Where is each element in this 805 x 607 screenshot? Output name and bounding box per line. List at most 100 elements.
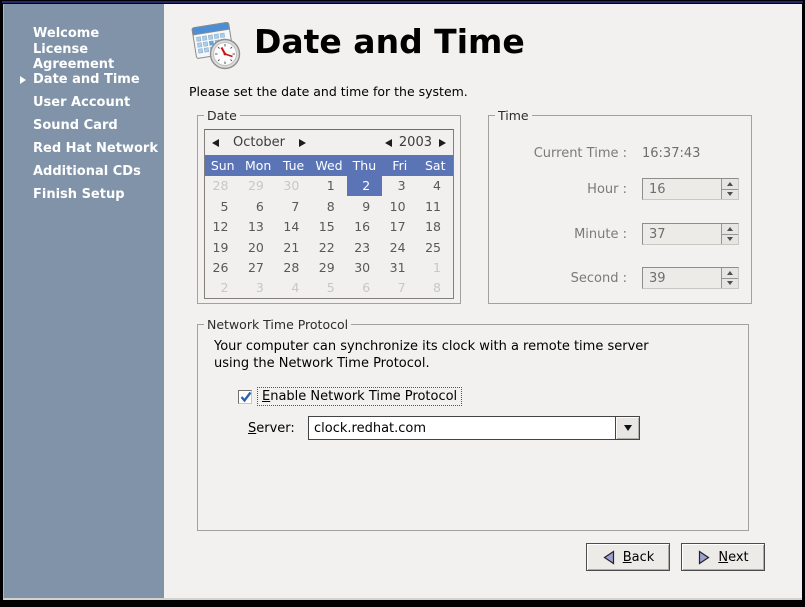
hour-row: Hour : 16 [489,178,751,200]
current-time-value: 16:37:43 [642,146,700,161]
hour-spinbox[interactable]: 16 [642,178,739,200]
wizard-nav-buttons: Back Next [586,543,765,571]
day-cell-22[interactable]: 22 [311,237,346,257]
day-cell-24[interactable]: 24 [382,237,417,257]
sidebar-item-user-account: User Account [4,91,164,114]
calendar-month: October [233,135,285,150]
day-cell-18[interactable]: 18 [418,216,453,236]
check-icon [239,390,253,404]
day-cell-5[interactable]: 5 [311,278,346,298]
day-cell-16[interactable]: 16 [347,216,382,236]
day-cell-7[interactable]: 7 [382,278,417,298]
caret-up-icon [727,182,733,186]
ntp-description: Your computer can synchronize its clock … [214,338,748,372]
date-time-row: Date October 2003 SunMonTueWedThuFriSat [197,115,802,304]
ntp-group: Network Time Protocol Your computer can … [197,324,749,531]
server-dropdown-button[interactable] [615,417,639,439]
caret-up-icon [727,271,733,275]
day-cell-10[interactable]: 10 [382,196,417,216]
back-button[interactable]: Back [586,543,670,571]
day-cell-13[interactable]: 13 [240,216,275,236]
day-cell-11[interactable]: 11 [418,196,453,216]
day-cell-6[interactable]: 6 [347,278,382,298]
sidebar-item-finish-setup: Finish Setup [4,183,164,206]
dow-wed: Wed [311,155,346,175]
window-body: WelcomeLicense AgreementDate and TimeUse… [3,4,802,600]
minute-down-button[interactable] [722,235,738,245]
day-cell-20[interactable]: 20 [240,237,275,257]
date-group-label: Date [204,108,240,123]
day-cell-9[interactable]: 9 [347,196,382,216]
minute-value[interactable]: 37 [643,224,721,244]
minute-up-button[interactable] [722,224,738,235]
day-cell-15[interactable]: 15 [311,216,346,236]
day-cell-2[interactable]: 2 [347,176,382,196]
day-cell-12[interactable]: 12 [205,216,240,236]
day-cell-14[interactable]: 14 [276,216,311,236]
day-cell-5[interactable]: 5 [205,196,240,216]
minute-label: Minute : [489,227,627,242]
next-month-icon[interactable] [299,139,306,147]
day-cell-28[interactable]: 28 [276,257,311,277]
current-time-row: Current Time : 16:37:43 [489,146,751,161]
day-cell-27[interactable]: 27 [240,257,275,277]
second-up-button[interactable] [722,268,738,279]
enable-ntp-label[interactable]: Enable Network Time Protocol [257,387,462,406]
dow-fri: Fri [382,155,417,175]
day-cell-25[interactable]: 25 [418,237,453,257]
day-cell-23[interactable]: 23 [347,237,382,257]
day-cell-4[interactable]: 4 [418,176,453,196]
prev-month-icon[interactable] [212,139,219,147]
minute-spinbox[interactable]: 37 [642,223,739,245]
enable-ntp-checkbox[interactable] [238,390,252,404]
day-cell-29[interactable]: 29 [240,176,275,196]
day-cell-31[interactable]: 31 [382,257,417,277]
minute-row: Minute : 37 [489,223,751,245]
hour-up-button[interactable] [722,179,738,190]
second-spinbox[interactable]: 39 [642,267,739,289]
day-cell-29[interactable]: 29 [311,257,346,277]
sidebar-item-label: Sound Card [33,118,118,133]
server-input[interactable]: clock.redhat.com [309,417,615,439]
day-cell-2[interactable]: 2 [205,278,240,298]
day-cell-17[interactable]: 17 [382,216,417,236]
day-cell-19[interactable]: 19 [205,237,240,257]
ntp-description-line2: using the Network Time Protocol. [214,355,748,372]
day-cell-1[interactable]: 1 [418,257,453,277]
server-combobox[interactable]: clock.redhat.com [308,416,640,440]
next-button[interactable]: Next [681,543,765,571]
dow-thu: Thu [347,155,382,175]
second-row: Second : 39 [489,267,751,289]
page-title: Date and Time [254,22,525,61]
day-cell-7[interactable]: 7 [276,196,311,216]
day-cell-30[interactable]: 30 [347,257,382,277]
dow-sat: Sat [418,155,453,175]
day-cell-8[interactable]: 8 [418,278,453,298]
ntp-group-label: Network Time Protocol [204,317,351,332]
day-cell-28[interactable]: 28 [205,176,240,196]
day-cell-26[interactable]: 26 [205,257,240,277]
day-cell-6[interactable]: 6 [240,196,275,216]
day-cell-3[interactable]: 3 [240,278,275,298]
day-cell-3[interactable]: 3 [382,176,417,196]
dow-mon: Mon [240,155,275,175]
server-label: Server: [248,421,308,436]
second-value[interactable]: 39 [643,268,721,288]
prev-year-icon[interactable] [385,139,392,147]
sidebar-item-label: User Account [33,95,130,110]
next-year-icon[interactable] [439,139,446,147]
hour-down-button[interactable] [722,190,738,200]
day-cell-4[interactable]: 4 [276,278,311,298]
calendar-widget: October 2003 SunMonTueWedThuFriSat 28293… [204,129,454,299]
day-cell-1[interactable]: 1 [311,176,346,196]
day-cell-21[interactable]: 21 [276,237,311,257]
hour-value[interactable]: 16 [643,179,721,199]
second-down-button[interactable] [722,279,738,289]
day-cell-30[interactable]: 30 [276,176,311,196]
caret-down-icon [727,237,733,241]
current-time-label: Current Time : [489,146,627,161]
day-cell-8[interactable]: 8 [311,196,346,216]
calendar-dow-row: SunMonTueWedThuFriSat [205,155,453,175]
sidebar-item-red-hat-network: Red Hat Network [4,137,164,160]
page-subtitle: Please set the date and time for the sys… [189,84,802,99]
